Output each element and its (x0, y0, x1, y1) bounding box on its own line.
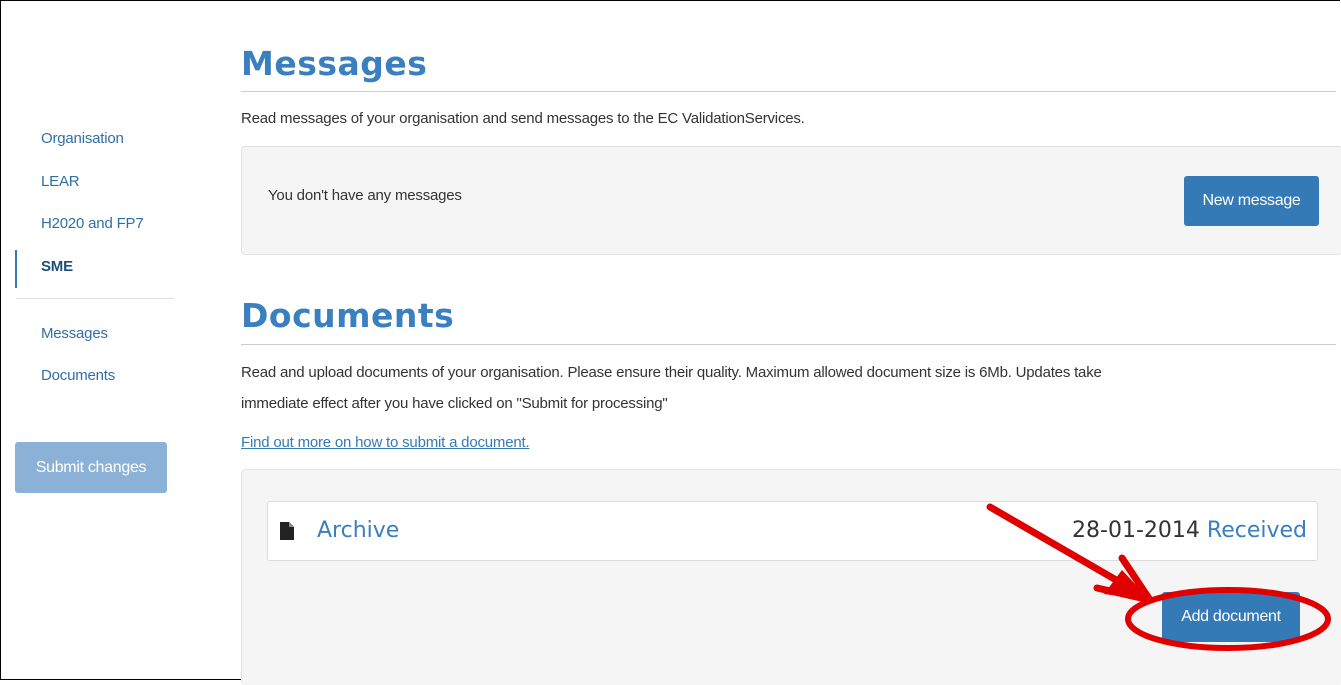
submit-changes-button[interactable]: Submit changes (15, 442, 167, 493)
no-messages-text: You don't have any messages (268, 187, 462, 204)
messages-title: Messages (241, 44, 428, 83)
messages-title-rule (241, 91, 1336, 92)
sidebar-item-sme[interactable]: SME (41, 258, 73, 275)
documents-description-line1: Read and upload documents of your organi… (241, 364, 1102, 381)
sidebar-item-documents[interactable]: Documents (41, 367, 115, 384)
submit-document-help-link[interactable]: Find out more on how to submit a documen… (241, 434, 530, 451)
sidebar: Organisation LEAR H2020 and FP7 SME Mess… (0, 0, 190, 680)
document-meta: 28-01-2014 Received (1072, 518, 1307, 543)
documents-title: Documents (241, 296, 455, 335)
document-status: Received (1206, 518, 1307, 543)
sidebar-item-messages[interactable]: Messages (41, 325, 108, 342)
document-row[interactable]: Archive 28-01-2014 Received (267, 501, 1318, 561)
documents-title-rule (241, 344, 1336, 345)
documents-description-line2: immediate effect after you have clicked … (241, 395, 668, 412)
sidebar-item-organisation[interactable]: Organisation (41, 130, 124, 147)
file-icon (280, 522, 294, 540)
document-date: 28-01-2014 (1072, 518, 1200, 543)
add-document-button[interactable]: Add document (1162, 592, 1300, 642)
messages-description: Read messages of your organisation and s… (241, 110, 805, 127)
sidebar-item-lear[interactable]: LEAR (41, 173, 80, 190)
new-message-button[interactable]: New message (1184, 176, 1319, 226)
active-indicator (15, 250, 17, 288)
sidebar-divider (16, 298, 174, 299)
document-name-link[interactable]: Archive (317, 518, 399, 543)
sidebar-item-h2020-fp7[interactable]: H2020 and FP7 (41, 215, 144, 232)
